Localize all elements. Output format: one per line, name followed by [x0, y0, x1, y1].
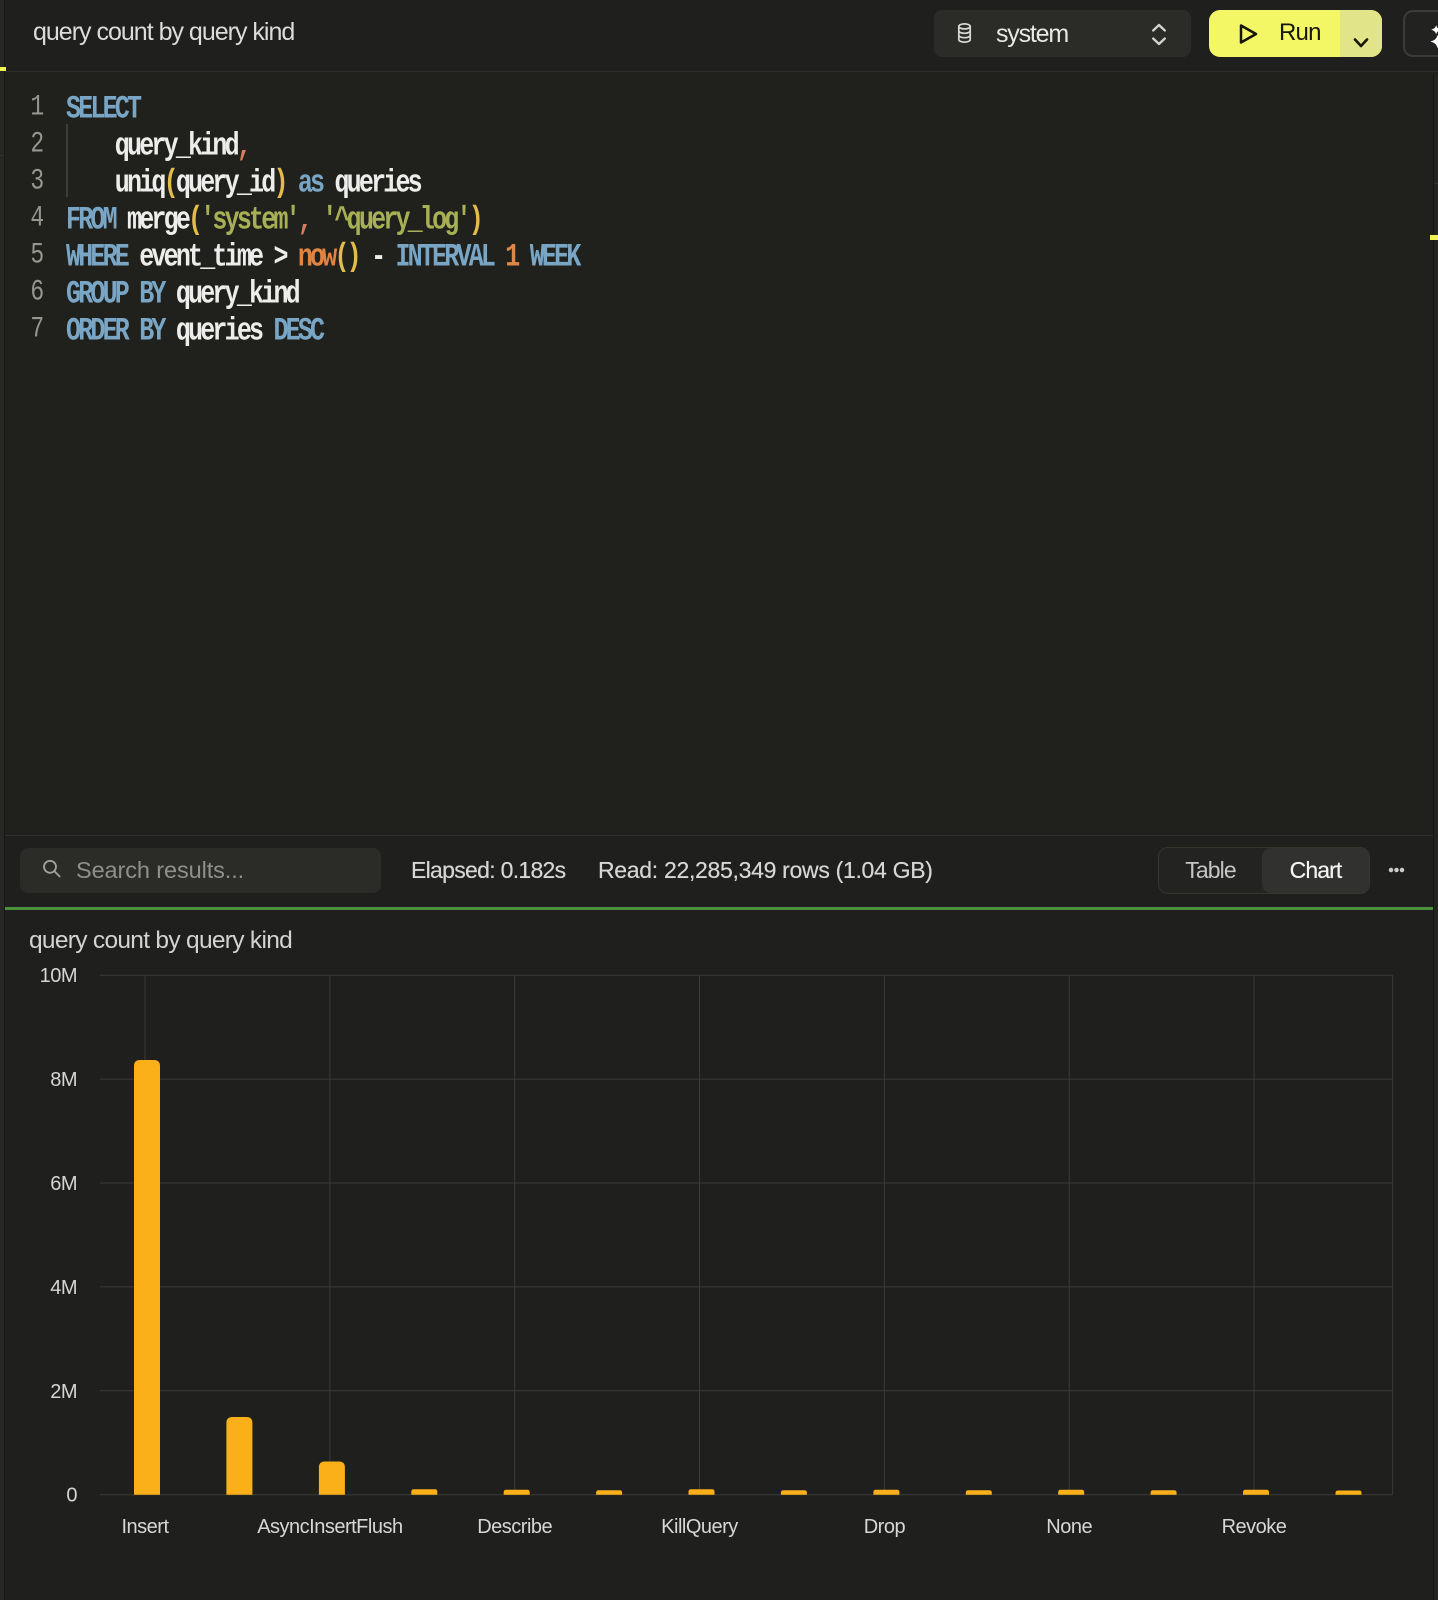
- svg-text:8M: 8M: [50, 1069, 77, 1091]
- svg-text:6M: 6M: [50, 1173, 77, 1195]
- svg-text:Revoke: Revoke: [1222, 1516, 1287, 1538]
- svg-text:2M: 2M: [50, 1381, 77, 1403]
- svg-text:4M: 4M: [50, 1277, 77, 1299]
- svg-text:None: None: [1046, 1516, 1092, 1538]
- svg-text:10M: 10M: [40, 965, 77, 987]
- svg-text:Insert: Insert: [121, 1516, 169, 1538]
- svg-text:Describe: Describe: [477, 1516, 552, 1538]
- svg-text:AsyncInsertFlush: AsyncInsertFlush: [257, 1516, 402, 1538]
- svg-text:KillQuery: KillQuery: [661, 1516, 738, 1538]
- svg-text:Drop: Drop: [864, 1516, 906, 1538]
- svg-text:0: 0: [66, 1485, 77, 1507]
